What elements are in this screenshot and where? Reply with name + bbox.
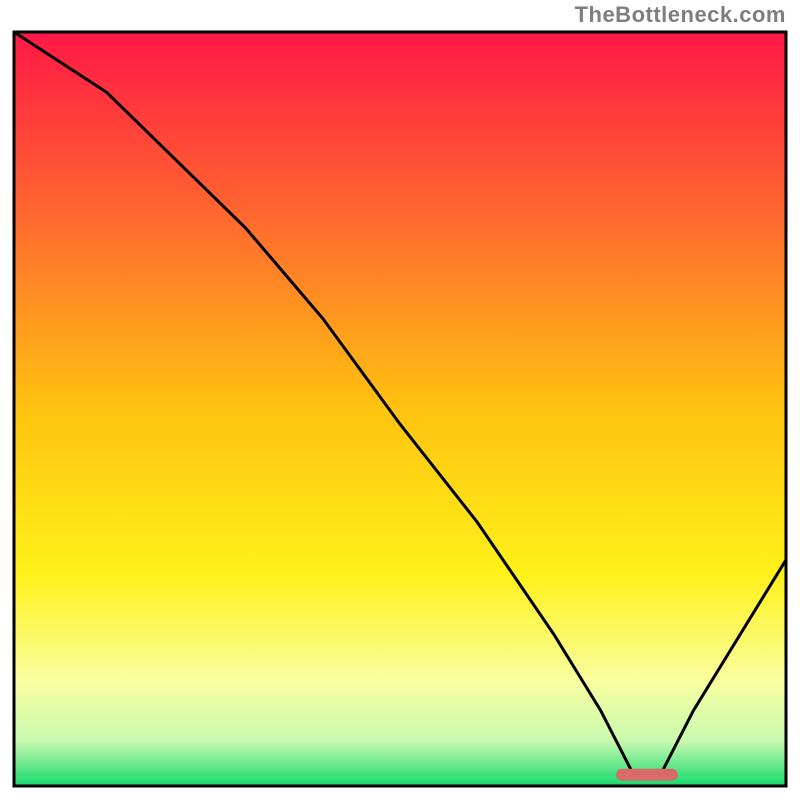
gradient-background xyxy=(14,32,786,786)
bottleneck-chart xyxy=(0,0,800,800)
attribution-text: TheBottleneck.com xyxy=(575,2,786,28)
optimal-range-marker xyxy=(616,769,678,781)
